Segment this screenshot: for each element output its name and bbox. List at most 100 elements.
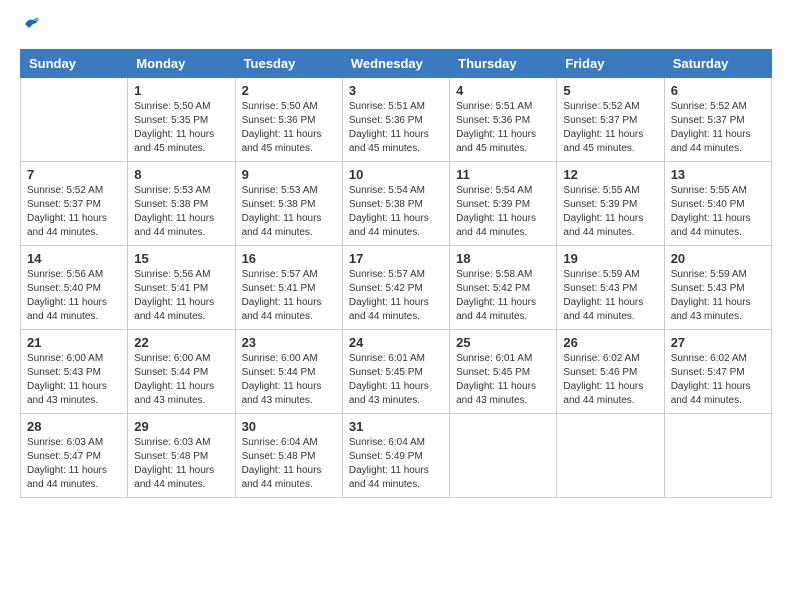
calendar-week-row: 28Sunrise: 6:03 AMSunset: 5:47 PMDayligh… <box>21 414 772 498</box>
calendar-cell: 18Sunrise: 5:58 AMSunset: 5:42 PMDayligh… <box>450 246 557 330</box>
day-number: 30 <box>242 419 336 434</box>
calendar-cell: 8 Sunrise: 5:53 AMSunset: 5:38 PMDaylight… <box>128 162 235 246</box>
calendar-cell: 16 Sunrise: 5:57 AMSunset: 5:41 PMDayligh… <box>235 246 342 330</box>
day-number: 2 <box>242 83 336 98</box>
calendar-cell: 3 Sunrise: 5:51 AMSunset: 5:36 PMDaylight… <box>342 78 449 162</box>
day-info: Sunrise: 6:00 AMSunset: 5:43 PMDaylight:… <box>27 352 121 408</box>
day-info: Sunrise: 5:51 AMSunset: 5:36 PMDaylight:… <box>456 100 550 156</box>
day-number: 17 <box>349 251 443 266</box>
day-number: 12 <box>563 167 657 182</box>
day-number: 10 <box>349 167 443 182</box>
calendar-cell: 11Sunrise: 5:54 AMSunset: 5:39 PMDayligh… <box>450 162 557 246</box>
calendar-header-sunday: Sunday <box>21 50 128 78</box>
calendar-cell: 15 Sunrise: 5:56 AMSunset: 5:41 PMDayligh… <box>128 246 235 330</box>
day-number: 31 <box>349 419 443 434</box>
calendar-cell <box>557 414 664 498</box>
day-info: Sunrise: 5:57 AMSunset: 5:42 PMDaylight:… <box>349 268 443 324</box>
day-info: Sunrise: 5:54 AMSunset: 5:39 PMDaylight:… <box>456 184 550 240</box>
calendar-cell: 25Sunrise: 6:01 AMSunset: 5:45 PMDayligh… <box>450 330 557 414</box>
calendar-cell <box>21 78 128 162</box>
day-number: 14 <box>27 251 121 266</box>
calendar-cell: 13 Sunrise: 5:55 AMSunset: 5:40 PMDayligh… <box>664 162 771 246</box>
day-number: 24 <box>349 335 443 350</box>
calendar-header-friday: Friday <box>557 50 664 78</box>
day-info: Sunrise: 5:52 AMSunset: 5:37 PMDaylight:… <box>563 100 657 156</box>
day-info: Sunrise: 5:53 AMSunset: 5:38 PMDaylight:… <box>134 184 228 240</box>
day-number: 25 <box>456 335 550 350</box>
day-info: Sunrise: 6:04 AMSunset: 5:49 PMDaylight:… <box>349 436 443 492</box>
day-info: Sunrise: 5:54 AMSunset: 5:38 PMDaylight:… <box>349 184 443 240</box>
calendar-cell: 31 Sunrise: 6:04 AMSunset: 5:49 PMDayligh… <box>342 414 449 498</box>
calendar-header-saturday: Saturday <box>664 50 771 78</box>
logo-bird-icon <box>23 16 41 35</box>
logo <box>20 20 41 39</box>
day-info: Sunrise: 6:00 AMSunset: 5:44 PMDaylight:… <box>134 352 228 408</box>
calendar-cell: 4 Sunrise: 5:51 AMSunset: 5:36 PMDaylight… <box>450 78 557 162</box>
day-info: Sunrise: 5:56 AMSunset: 5:41 PMDaylight:… <box>134 268 228 324</box>
day-number: 3 <box>349 83 443 98</box>
day-number: 6 <box>671 83 765 98</box>
calendar-cell: 10 Sunrise: 5:54 AMSunset: 5:38 PMDayligh… <box>342 162 449 246</box>
day-info: Sunrise: 5:57 AMSunset: 5:41 PMDaylight:… <box>242 268 336 324</box>
day-number: 5 <box>563 83 657 98</box>
calendar-cell: 27 Sunrise: 6:02 AMSunset: 5:47 PMDayligh… <box>664 330 771 414</box>
calendar-cell: 26 Sunrise: 6:02 AMSunset: 5:46 PMDayligh… <box>557 330 664 414</box>
day-number: 1 <box>134 83 228 98</box>
calendar-cell: 2 Sunrise: 5:50 AMSunset: 5:36 PMDaylight… <box>235 78 342 162</box>
day-number: 20 <box>671 251 765 266</box>
day-info: Sunrise: 6:03 AMSunset: 5:48 PMDaylight:… <box>134 436 228 492</box>
day-info: Sunrise: 5:55 AMSunset: 5:39 PMDaylight:… <box>563 184 657 240</box>
day-info: Sunrise: 5:59 AMSunset: 5:43 PMDaylight:… <box>671 268 765 324</box>
day-number: 16 <box>242 251 336 266</box>
day-info: Sunrise: 6:03 AMSunset: 5:47 PMDaylight:… <box>27 436 121 492</box>
day-number: 26 <box>563 335 657 350</box>
calendar-cell <box>450 414 557 498</box>
calendar-week-row: 1 Sunrise: 5:50 AMSunset: 5:35 PMDaylight… <box>21 78 772 162</box>
day-info: Sunrise: 6:04 AMSunset: 5:48 PMDaylight:… <box>242 436 336 492</box>
calendar-cell <box>664 414 771 498</box>
calendar-cell: 20 Sunrise: 5:59 AMSunset: 5:43 PMDayligh… <box>664 246 771 330</box>
day-number: 13 <box>671 167 765 182</box>
calendar-cell: 28Sunrise: 6:03 AMSunset: 5:47 PMDayligh… <box>21 414 128 498</box>
calendar-week-row: 7 Sunrise: 5:52 AMSunset: 5:37 PMDaylight… <box>21 162 772 246</box>
day-info: Sunrise: 5:52 AMSunset: 5:37 PMDaylight:… <box>27 184 121 240</box>
calendar-cell: 14 Sunrise: 5:56 AMSunset: 5:40 PMDayligh… <box>21 246 128 330</box>
calendar-cell: 1 Sunrise: 5:50 AMSunset: 5:35 PMDaylight… <box>128 78 235 162</box>
day-number: 4 <box>456 83 550 98</box>
calendar-cell: 12 Sunrise: 5:55 AMSunset: 5:39 PMDayligh… <box>557 162 664 246</box>
day-info: Sunrise: 5:53 AMSunset: 5:38 PMDaylight:… <box>242 184 336 240</box>
calendar-table: SundayMondayTuesdayWednesdayThursdayFrid… <box>20 49 772 498</box>
day-info: Sunrise: 5:56 AMSunset: 5:40 PMDaylight:… <box>27 268 121 324</box>
calendar-header-thursday: Thursday <box>450 50 557 78</box>
day-number: 7 <box>27 167 121 182</box>
calendar-cell: 9 Sunrise: 5:53 AMSunset: 5:38 PMDaylight… <box>235 162 342 246</box>
calendar-week-row: 14 Sunrise: 5:56 AMSunset: 5:40 PMDayligh… <box>21 246 772 330</box>
calendar-header-tuesday: Tuesday <box>235 50 342 78</box>
calendar-cell: 24 Sunrise: 6:01 AMSunset: 5:45 PMDayligh… <box>342 330 449 414</box>
calendar-cell: 29Sunrise: 6:03 AMSunset: 5:48 PMDayligh… <box>128 414 235 498</box>
calendar-cell: 17 Sunrise: 5:57 AMSunset: 5:42 PMDayligh… <box>342 246 449 330</box>
calendar-header-wednesday: Wednesday <box>342 50 449 78</box>
day-info: Sunrise: 5:50 AMSunset: 5:35 PMDaylight:… <box>134 100 228 156</box>
day-info: Sunrise: 5:55 AMSunset: 5:40 PMDaylight:… <box>671 184 765 240</box>
day-info: Sunrise: 5:50 AMSunset: 5:36 PMDaylight:… <box>242 100 336 156</box>
calendar-cell: 6Sunrise: 5:52 AMSunset: 5:37 PMDaylight… <box>664 78 771 162</box>
day-info: Sunrise: 6:02 AMSunset: 5:47 PMDaylight:… <box>671 352 765 408</box>
calendar-cell: 5 Sunrise: 5:52 AMSunset: 5:37 PMDaylight… <box>557 78 664 162</box>
day-number: 22 <box>134 335 228 350</box>
day-info: Sunrise: 6:01 AMSunset: 5:45 PMDaylight:… <box>349 352 443 408</box>
calendar-cell: 19 Sunrise: 5:59 AMSunset: 5:43 PMDayligh… <box>557 246 664 330</box>
day-number: 8 <box>134 167 228 182</box>
day-info: Sunrise: 5:51 AMSunset: 5:36 PMDaylight:… <box>349 100 443 156</box>
day-number: 9 <box>242 167 336 182</box>
day-info: Sunrise: 6:02 AMSunset: 5:46 PMDaylight:… <box>563 352 657 408</box>
day-number: 27 <box>671 335 765 350</box>
calendar-cell: 21Sunrise: 6:00 AMSunset: 5:43 PMDayligh… <box>21 330 128 414</box>
day-info: Sunrise: 6:00 AMSunset: 5:44 PMDaylight:… <box>242 352 336 408</box>
day-number: 19 <box>563 251 657 266</box>
day-info: Sunrise: 5:59 AMSunset: 5:43 PMDaylight:… <box>563 268 657 324</box>
day-number: 18 <box>456 251 550 266</box>
day-number: 15 <box>134 251 228 266</box>
calendar-cell: 23Sunrise: 6:00 AMSunset: 5:44 PMDayligh… <box>235 330 342 414</box>
calendar-header-row: SundayMondayTuesdayWednesdayThursdayFrid… <box>21 50 772 78</box>
